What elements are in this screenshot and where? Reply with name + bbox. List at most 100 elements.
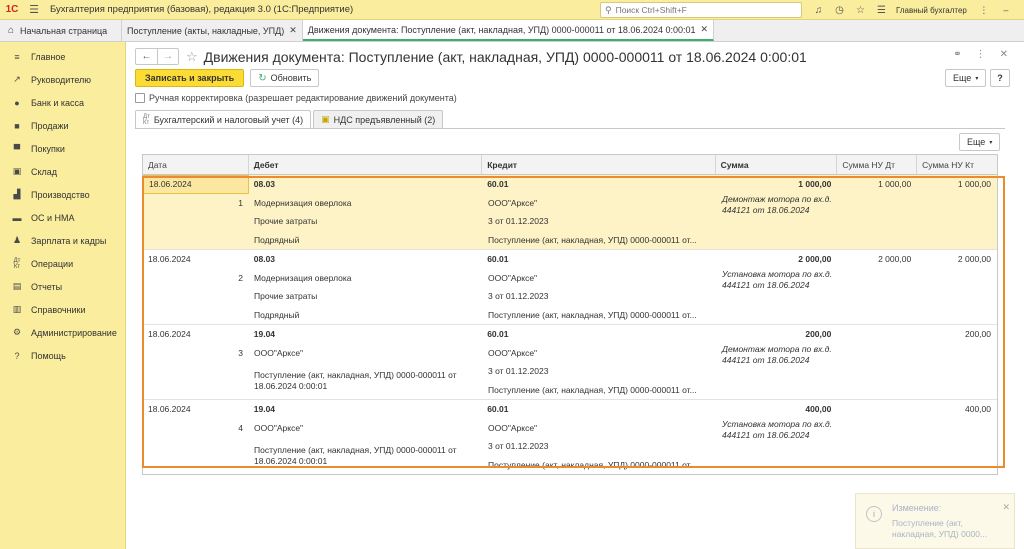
title-bar: 1С ☰ Бухгалтерия предприятия (базовая), … bbox=[0, 0, 1024, 20]
sidebar-item-reports[interactable]: ▤ Отчеты bbox=[0, 275, 125, 298]
sidebar-item-label: Администрирование bbox=[31, 327, 117, 338]
sidebar-item-fixed-assets[interactable]: ▬ ОС и НМА bbox=[0, 206, 125, 229]
col-date[interactable]: Дата bbox=[143, 155, 249, 174]
table-header: Дата Дебет Кредит Сумма Сумма НУ Дт Сумм… bbox=[143, 155, 997, 175]
more-actions-icon[interactable]: ⋮ bbox=[976, 49, 986, 60]
tab-vat[interactable]: ▣ НДС предъявленный (2) bbox=[313, 110, 444, 128]
sidebar-item-main[interactable]: ≡ Главное bbox=[0, 45, 125, 68]
save-and-close-button[interactable]: Записать и закрыть bbox=[135, 69, 245, 87]
help-button[interactable]: ? bbox=[990, 69, 1010, 87]
sidebar-item-label: Справочники bbox=[31, 304, 86, 315]
col-debit[interactable]: Дебет bbox=[249, 155, 483, 174]
sidebar-item-label: Отчеты bbox=[31, 281, 63, 292]
manual-correction-checkbox[interactable]: Ручная корректировка (разрешает редактир… bbox=[135, 93, 457, 103]
col-sum-nu-dt[interactable]: Сумма НУ Дт bbox=[837, 155, 918, 174]
user-settings-icon[interactable]: ☰ bbox=[871, 5, 892, 16]
sidebar: ≡ Главное ↗ Руководителю ● Банк и касса ■ Пр… bbox=[0, 42, 126, 549]
trend-icon: ↗ bbox=[13, 74, 21, 84]
favorite-star-icon[interactable]: ☆ bbox=[186, 49, 198, 65]
refresh-button[interactable]: ↻ Обновить bbox=[250, 69, 320, 87]
tab-label: НДС предъявленный (2) bbox=[333, 114, 436, 125]
app-title: Бухгалтерия предприятия (базовая), редак… bbox=[50, 4, 354, 15]
sidebar-item-label: Операции bbox=[31, 258, 74, 269]
col-sum-nu-kt[interactable]: Сумма НУ Кт bbox=[917, 155, 997, 174]
report-icon: ▤ bbox=[12, 281, 22, 291]
bell-icon[interactable]: ♫ bbox=[808, 5, 829, 16]
sidebar-item-manager[interactable]: ↗ Руководителю bbox=[0, 68, 125, 91]
favorites-icon[interactable]: ☆ bbox=[850, 5, 871, 16]
sidebar-item-bank[interactable]: ● Банк и касса bbox=[0, 91, 125, 114]
checkbox-label: Ручная корректировка (разрешает редактир… bbox=[149, 93, 457, 103]
more-button[interactable]: Еще ▾ bbox=[945, 69, 987, 87]
refresh-label: Обновить bbox=[270, 73, 312, 83]
refresh-icon: ↻ bbox=[258, 72, 267, 84]
box-icon: ▣ bbox=[12, 166, 22, 176]
dt-kt-icon: Дт Кт bbox=[143, 113, 150, 126]
search-icon: ⚲ bbox=[605, 4, 612, 15]
sidebar-item-label: Главное bbox=[31, 51, 66, 62]
sidebar-item-operations[interactable]: Дт Кт Операции bbox=[0, 252, 125, 275]
sidebar-item-administration[interactable]: ⚙ Администрирование bbox=[0, 321, 125, 344]
open-tabs-bar: ⌂ Начальная страница Поступление (акты, … bbox=[0, 20, 1024, 42]
sidebar-item-label: Продажи bbox=[31, 120, 69, 131]
sidebar-item-help[interactable]: ? Помощь bbox=[0, 344, 125, 367]
minimize-icon[interactable]: – bbox=[995, 5, 1017, 15]
people-icon: ♟ bbox=[12, 235, 22, 245]
forward-arrow-icon[interactable]: → bbox=[157, 49, 178, 64]
settings-icon[interactable]: ⋮ bbox=[973, 5, 995, 16]
sidebar-item-label: Помощь bbox=[31, 350, 66, 361]
register-icon: ▣ bbox=[321, 114, 330, 124]
sidebar-item-production[interactable]: ▟ Производство bbox=[0, 183, 125, 206]
sidebar-item-sales[interactable]: ■ Продажи bbox=[0, 114, 125, 137]
link-icon[interactable]: ⚭ bbox=[953, 49, 961, 60]
user-name[interactable]: Главный бухгалтер bbox=[896, 6, 967, 15]
more-label: Еще bbox=[953, 73, 972, 83]
coins-icon: ● bbox=[14, 97, 20, 108]
page-title: Движения документа: Поступление (акт, на… bbox=[203, 48, 807, 65]
checkbox-box[interactable] bbox=[135, 93, 145, 103]
truck-icon: ▬ bbox=[12, 212, 22, 223]
notification-popup[interactable]: i Изменение: Поступление (акт, накладная… bbox=[855, 493, 1015, 549]
sidebar-item-label: ОС и НМА bbox=[31, 212, 75, 223]
sidebar-item-purchases[interactable]: ▀ Покупки bbox=[0, 137, 125, 160]
sidebar-item-label: Производство bbox=[31, 189, 90, 200]
app-logo: 1С bbox=[5, 4, 19, 15]
sidebar-item-label: Зарплата и кадры bbox=[31, 235, 107, 246]
tab-label: Поступление (акты, накладные, УПД) bbox=[127, 25, 285, 36]
tab-label: Бухгалтерский и налоговый учет (4) bbox=[153, 114, 304, 125]
main-menu-icon[interactable]: ☰ bbox=[24, 3, 44, 16]
highlight-frame bbox=[142, 176, 1005, 468]
sidebar-item-directories[interactable]: ▥ Справочники bbox=[0, 298, 125, 321]
tab-home[interactable]: ⌂ Начальная страница bbox=[0, 20, 122, 41]
factory-icon: ▟ bbox=[13, 189, 21, 199]
sidebar-item-warehouse[interactable]: ▣ Склад bbox=[0, 160, 125, 183]
back-arrow-icon[interactable]: ← bbox=[136, 49, 157, 64]
close-form-icon[interactable]: ✕ bbox=[1000, 49, 1008, 60]
notification-title: Изменение: bbox=[892, 503, 942, 513]
search-input[interactable] bbox=[615, 5, 796, 15]
search-box[interactable]: ⚲ bbox=[600, 2, 802, 18]
notification-text[interactable]: Поступление (акт, накладная, УПД) 0000..… bbox=[892, 518, 1004, 539]
tab-accounting[interactable]: Дт Кт Бухгалтерский и налоговый учет (4) bbox=[135, 110, 312, 128]
close-tab-icon[interactable]: ✕ bbox=[289, 25, 297, 36]
close-notification-icon[interactable]: ✕ bbox=[1002, 502, 1010, 513]
tab-document-movements[interactable]: Движения документа: Поступление (акт, на… bbox=[302, 20, 715, 41]
sidebar-item-salary[interactable]: ♟ Зарплата и кадры bbox=[0, 229, 125, 252]
more-label: Еще bbox=[967, 137, 986, 147]
dt-kt-icon: Дт Кт bbox=[13, 257, 21, 270]
close-tab-icon[interactable]: ✕ bbox=[701, 24, 709, 35]
nav-buttons: ← → bbox=[135, 48, 179, 65]
dropdown-arrow-icon: ▾ bbox=[975, 75, 979, 82]
col-credit[interactable]: Кредит bbox=[482, 155, 716, 174]
home-icon: ⌂ bbox=[8, 25, 15, 36]
history-icon[interactable]: ◷ bbox=[829, 5, 850, 16]
tab-receipts[interactable]: Поступление (акты, накладные, УПД) ✕ bbox=[122, 20, 303, 41]
cart-icon: ▀ bbox=[13, 143, 21, 154]
menu-icon: ≡ bbox=[14, 51, 20, 62]
maximize-icon[interactable]: ▫ bbox=[1017, 5, 1024, 15]
sidebar-item-label: Руководителю bbox=[31, 74, 92, 85]
col-sum[interactable]: Сумма bbox=[716, 155, 838, 174]
book-icon: ▥ bbox=[12, 304, 22, 314]
table-more-button[interactable]: Еще ▾ bbox=[959, 133, 1001, 151]
bag-icon: ■ bbox=[14, 120, 20, 131]
